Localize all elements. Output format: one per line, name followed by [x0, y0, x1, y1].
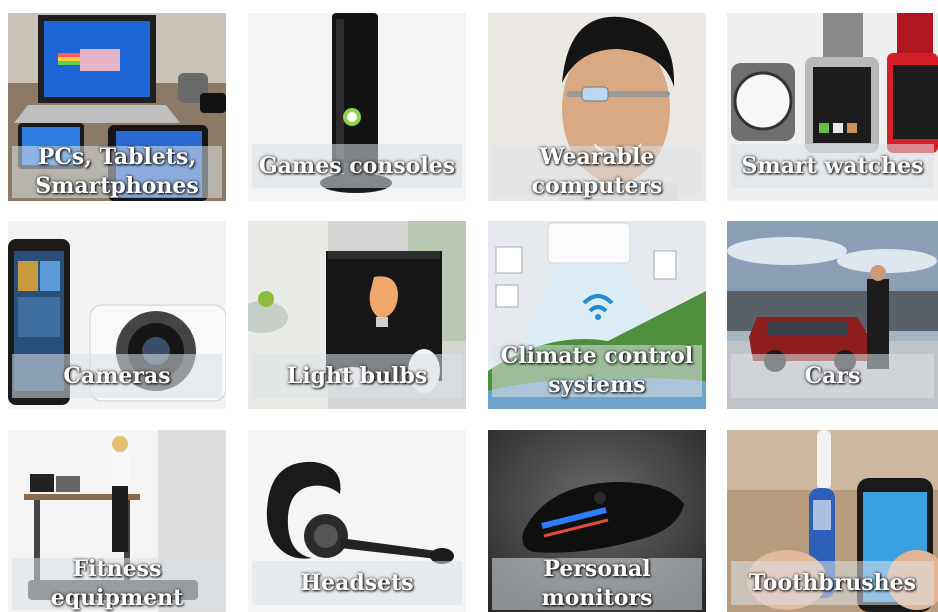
category-tile-personal-monitors[interactable]: Personal monitors — [488, 430, 706, 612]
tile-label: Toothbrushes — [748, 569, 917, 596]
tile-label: PCs, Tablets, Smartphones — [35, 144, 199, 199]
tile-label: Fitness equipment — [50, 556, 184, 611]
tile-label-band: PCs, Tablets, Smartphones — [12, 144, 222, 199]
category-tile-cameras[interactable]: Cameras — [8, 221, 226, 409]
tile-label-band: Cars — [731, 354, 934, 398]
category-tile-light-bulbs[interactable]: Light bulbs — [248, 221, 466, 409]
tile-label: Smart watches — [741, 152, 924, 179]
tile-label-band: Fitness equipment — [12, 556, 222, 611]
category-tile-headsets[interactable]: Headsets — [248, 430, 466, 612]
tile-label-band: Games consoles — [252, 144, 462, 188]
tile-label-band: Personal monitors — [492, 556, 702, 611]
category-tile-fitness-equipment[interactable]: Fitness equipment — [8, 430, 226, 612]
tile-label: Cars — [804, 362, 861, 389]
tile-label: Light bulbs — [286, 362, 428, 389]
category-tile-pcs-tablets-smartphones[interactable]: PCs, Tablets, Smartphones — [8, 13, 226, 201]
tile-label-band: Headsets — [252, 561, 462, 605]
tile-label-band: Smart watches — [731, 144, 934, 188]
tile-label: Wearable computers — [531, 144, 663, 199]
category-tile-toothbrushes[interactable]: Toothbrushes — [727, 430, 938, 612]
tile-label-band: Light bulbs — [252, 354, 462, 398]
category-tile-cars[interactable]: Cars — [727, 221, 938, 409]
tile-label: Cameras — [63, 362, 171, 389]
tile-label: Personal monitors — [541, 556, 653, 611]
category-tile-smart-watches[interactable]: Smart watches — [727, 13, 938, 201]
tile-label: Climate control systems — [500, 343, 694, 398]
tile-label-band: Toothbrushes — [731, 561, 934, 605]
tile-label: Headsets — [300, 569, 414, 596]
tile-label: Games consoles — [258, 152, 456, 179]
tile-label-band: Wearable computers — [492, 144, 702, 199]
category-tile-climate-control-systems[interactable]: Climate control systems — [488, 221, 706, 409]
tile-label-band: Climate control systems — [492, 343, 702, 398]
tile-label-band: Cameras — [12, 354, 222, 398]
category-tile-games-consoles[interactable]: Games consoles — [248, 13, 466, 201]
category-tile-wearable-computers[interactable]: Wearable computers — [488, 13, 706, 201]
